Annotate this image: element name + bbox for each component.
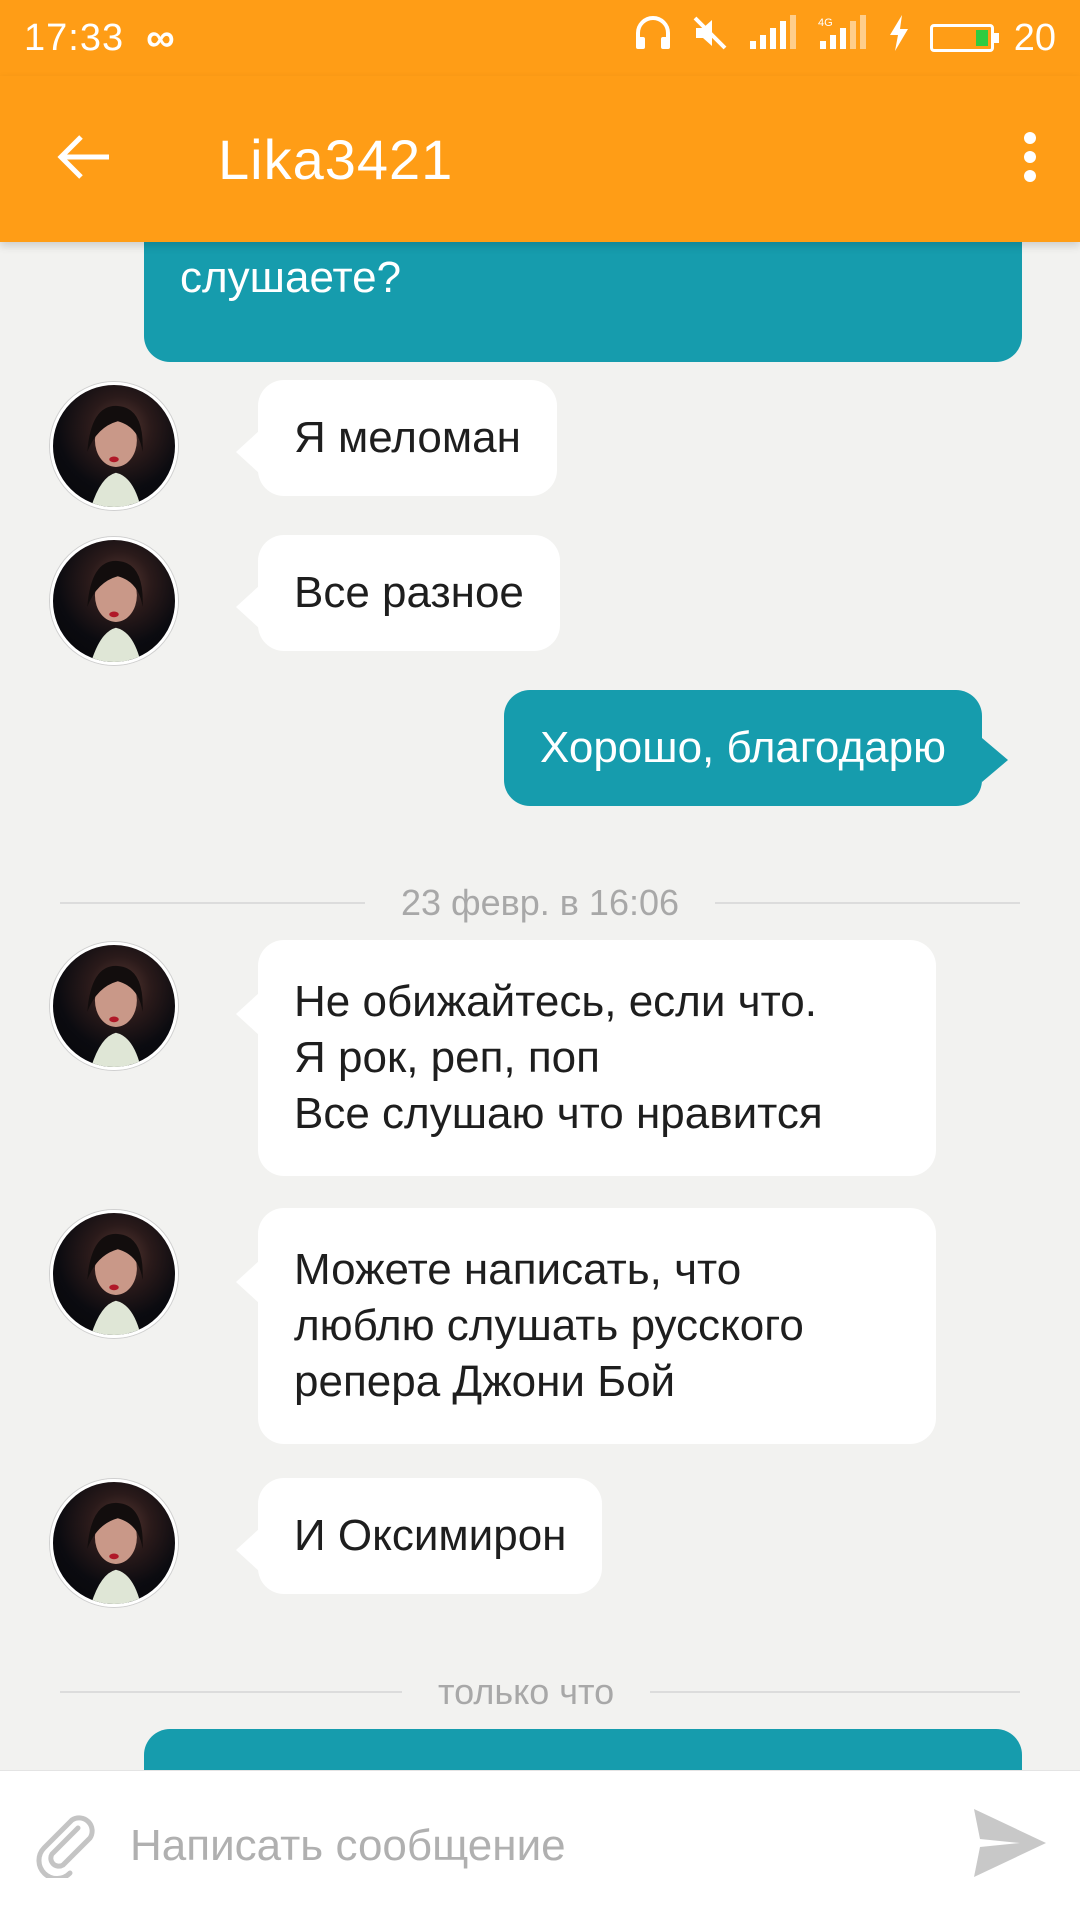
incoming-message[interactable]: Можете написать, что люблю слушать русск… — [236, 1208, 936, 1444]
message-text-line: исполнители, или те, кого больше — [180, 242, 986, 250]
outgoing-message[interactable]: исполнители, или те, кого больше слушает… — [144, 242, 1022, 362]
divider-line — [60, 1691, 402, 1693]
date-label: 23 февр. в 16:06 — [400, 882, 680, 923]
attach-button[interactable] — [0, 1771, 130, 1920]
avatar[interactable] — [50, 537, 178, 665]
avatar[interactable] — [50, 1210, 178, 1338]
status-time: 17:33 — [24, 16, 125, 59]
message-input[interactable] — [130, 1795, 940, 1896]
outgoing-message[interactable] — [144, 1729, 1022, 1770]
paperclip-icon — [30, 1808, 100, 1883]
more-options-button[interactable] — [980, 76, 1080, 242]
incoming-message[interactable]: И Оксимирон — [235, 1478, 603, 1594]
divider-line — [650, 1691, 1020, 1693]
avatar[interactable] — [50, 942, 178, 1070]
divider-line — [60, 902, 365, 904]
signal-icon — [748, 15, 798, 61]
message-text-line: Все слушаю что нравится — [294, 1089, 823, 1138]
message-text: Все разное — [294, 568, 524, 617]
date-divider: 23 февр. в 16:06 — [60, 882, 1020, 923]
message-text-line: Не обижайтесь, если что. — [294, 977, 817, 1026]
chat-title: Lika3421 — [218, 127, 454, 191]
incoming-message[interactable]: Я меломан — [236, 380, 557, 496]
message-text: И Оксимирон — [294, 1511, 567, 1560]
divider-line — [715, 902, 1020, 904]
svg-text:4G: 4G — [818, 17, 833, 29]
avatar[interactable] — [50, 1479, 178, 1607]
signal-4g-icon: 4G — [818, 15, 868, 61]
back-button[interactable] — [0, 76, 170, 242]
outgoing-message[interactable]: Хорошо, благодарю — [504, 690, 1009, 806]
status-bar: 17:33 ∞ 4G 20 — [0, 0, 1080, 76]
status-icons: 4G 20 — [634, 15, 1056, 61]
infinity-icon: ∞ — [146, 15, 175, 60]
message-text-line: Я рок, реп, поп — [294, 1033, 600, 1082]
toolbar: Lika3421 — [0, 76, 1080, 242]
message-text: Я меломан — [294, 413, 521, 462]
message-text-line: люблю слушать русского — [294, 1301, 804, 1350]
more-vert-icon — [1022, 131, 1038, 188]
incoming-message[interactable]: Не обижайтесь, если что. Я рок, реп, поп… — [236, 940, 936, 1176]
date-divider: только что — [60, 1671, 1020, 1712]
battery-icon — [929, 24, 999, 52]
arrow-left-icon — [57, 133, 113, 186]
message-text-line: Можете написать, что — [294, 1245, 742, 1294]
headphones-icon — [634, 15, 672, 61]
send-button[interactable] — [940, 1771, 1080, 1920]
message-text: Хорошо, благодарю — [540, 723, 947, 772]
charging-icon — [888, 15, 910, 61]
send-icon — [970, 1805, 1050, 1886]
message-list[interactable]: исполнители, или те, кого больше слушает… — [0, 242, 1080, 1770]
message-composer — [0, 1770, 1080, 1920]
message-text-line: репера Джони Бой — [294, 1357, 676, 1406]
avatar[interactable] — [50, 382, 178, 510]
message-text-line: слушаете? — [180, 253, 402, 302]
battery-percent: 20 — [1013, 16, 1056, 59]
date-label: только что — [438, 1671, 615, 1712]
mute-icon — [692, 15, 728, 61]
incoming-message[interactable]: Все разное — [236, 535, 560, 651]
